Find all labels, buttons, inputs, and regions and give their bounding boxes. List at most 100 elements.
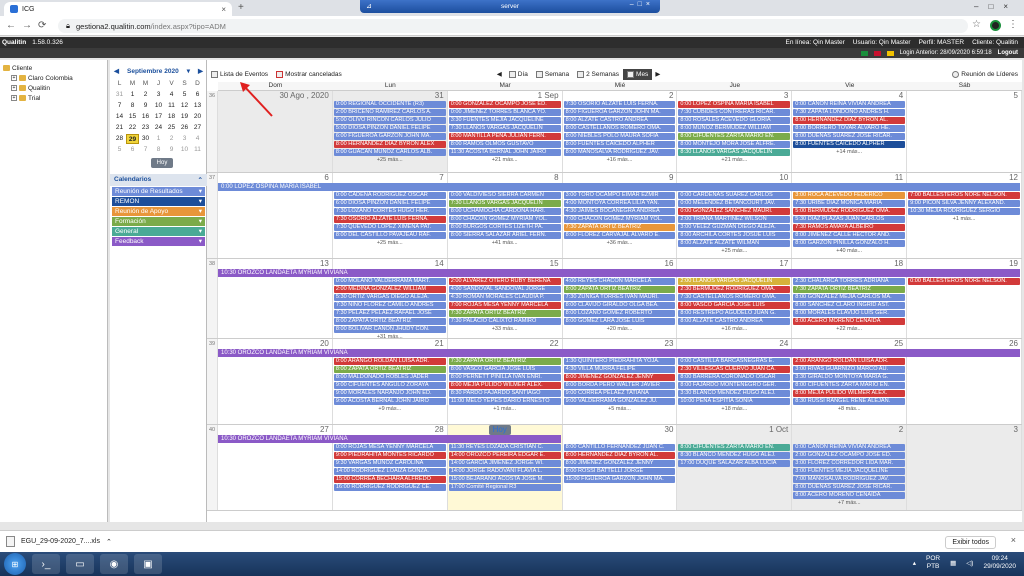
bookmark-star-icon[interactable]: ☆: [972, 19, 981, 30]
calendar-event[interactable]: 8:00 GONZALEZ MEJIA CARLOS MA.: [793, 294, 906, 301]
mini-calendar-day[interactable]: 27: [191, 123, 204, 133]
calendar-event[interactable]: 8:00 BORDA PERO WALTER JAVIER: [563, 382, 676, 389]
calendar-day-cell[interactable]: 30 8:00 CANTILLO FERNANDEZ JUAN C. 8:00 HE…: [563, 425, 678, 510]
day-number[interactable]: 4: [899, 91, 903, 100]
calendar-event[interactable]: 8:00 CLAVIJO GIRALDO OLGA BEA.: [563, 302, 676, 309]
calendar-event[interactable]: 4:30 JAIMES BOCANEGRA ANDREA: [563, 208, 676, 215]
more-events-link[interactable]: +7 más...: [793, 500, 905, 507]
profile-avatar-icon[interactable]: [990, 20, 1001, 31]
calendar-event[interactable]: 8:00 CIFUENTES ZARTA MARIO EN.: [678, 133, 791, 140]
calendar-event[interactable]: 9:00 CORREA PELAEZ TATIANA: [563, 390, 676, 397]
calendar-event[interactable]: 11:00 MELO YEPES DARIO ERNESTO: [448, 398, 561, 405]
calendar-event[interactable]: 15:00 BEJARANO ACOSTA JOSE M.: [448, 476, 561, 483]
day-number[interactable]: 3: [1014, 425, 1018, 434]
calendar-event[interactable]: 4:00 MONTOYA CORREA LILIA YAN.: [563, 200, 676, 207]
day-number[interactable]: 27: [320, 425, 329, 434]
tree-item[interactable]: + Trial: [3, 93, 104, 103]
next-month-icon[interactable]: ▶: [198, 67, 203, 75]
mini-calendar-day[interactable]: 29: [126, 134, 139, 144]
calendar-event[interactable]: 0:00 CAÑON REINA VIVIAN ANDREA: [793, 101, 906, 108]
calendar-event[interactable]: 9:00 PICON SILVA JENNY ALEXAND.: [908, 200, 1020, 207]
dropdown-icon[interactable]: ▾: [199, 207, 202, 216]
calendar-event[interactable]: 8:00 ALZATE CASTRO ANDREA: [563, 117, 676, 124]
mini-calendar-day[interactable]: 6: [191, 90, 204, 100]
more-events-link[interactable]: +1 más...: [908, 216, 1020, 223]
mini-calendar-day[interactable]: 10: [152, 101, 165, 111]
mini-calendar-day[interactable]: 24: [152, 123, 165, 133]
calendar-event[interactable]: 8:00 MANTILLA PEÑA JULIAN FERN.: [448, 133, 561, 140]
day-number[interactable]: 2: [669, 91, 673, 100]
more-events-link[interactable]: +21 más...: [449, 157, 561, 164]
calendar-day-cell[interactable]: 1 Sep 0:00 GONZALEZ OCAMPO JOSE ED. 0:00 J…: [448, 91, 563, 172]
calendar-event[interactable]: 1:30 QUINTERO PIEDRAHITA YOJA.: [563, 358, 676, 365]
calendar-event[interactable]: 2:00 GONZALEZ OCAMPO JOSE ED.: [793, 452, 906, 459]
calendar-event[interactable]: 8:00 MUÑOZ BERMUDEZ WILLIAM: [678, 125, 791, 132]
calendar-event[interactable]: 0:00 CADENA RODRIGUEZ OSCAR: [333, 192, 446, 199]
calendar-day-cell[interactable]: 31 0:00 REGIONAL OCCIDENTE (R3) 2:00 BRICE…: [332, 91, 448, 172]
calendar-event[interactable]: 2:00 ALVAREZ OTERO RUBY BERENA: [448, 278, 561, 285]
calendar-event[interactable]: 8:00 ACERO MORENO CENAIDA: [793, 318, 906, 325]
calendar-event[interactable]: 3:00 FLOREZ CORREDOR LIDA MAR.: [793, 460, 906, 467]
more-events-link[interactable]: +41 más...: [449, 240, 561, 247]
view-month-button[interactable]: Mes: [623, 68, 653, 80]
more-events-link[interactable]: +18 más...: [678, 406, 790, 413]
mini-calendar-day[interactable]: 5: [178, 90, 191, 100]
start-button-icon[interactable]: ⊞: [4, 553, 26, 575]
calendar-event[interactable]: 8:00 CASTELLANOS ROMERO OMA.: [563, 125, 676, 132]
calendar-event[interactable]: 2:00 TRIANA MARTINEZ WILSON: [678, 216, 791, 223]
mini-calendar-day[interactable]: 9: [139, 101, 152, 111]
calendar-event[interactable]: 8:00 FUENTES CAICEDO ALPHER: [793, 141, 906, 148]
calendar-event[interactable]: 7:30 ZAPATA ORTIZ BEATRIZ: [448, 358, 561, 365]
mini-calendar-day[interactable]: 9: [165, 145, 178, 155]
mini-calendar-day[interactable]: 1: [152, 134, 165, 144]
mini-calendar-day[interactable]: 19: [178, 112, 191, 122]
calendar-item[interactable]: General ▾: [112, 227, 205, 236]
new-tab-icon[interactable]: +: [238, 2, 244, 13]
download-item[interactable]: EGU_29-09-2020_7....xls ⌃: [6, 536, 112, 547]
calendar-event[interactable]: 0:00 MOLANO VALDERRAMA MART.: [333, 278, 446, 285]
day-number[interactable]: 30 Ago , 2020: [279, 91, 328, 100]
more-events-link[interactable]: +25 más...: [334, 240, 446, 247]
calendar-event[interactable]: 6:00 FIGUEROA GARZON JOHN MA.: [333, 133, 446, 140]
calendar-event[interactable]: 0:00 ROJAS MESA YENNY MARCELA: [333, 444, 446, 451]
calendar-item[interactable]: Feedback ▾: [112, 237, 205, 246]
calendar-event[interactable]: 7:30 NIÑO FLOREZ CAMILO ANDRES: [333, 302, 446, 309]
calendar-event[interactable]: 8:00 GUACAN MUÑOZ CARLOS ALB.: [333, 149, 446, 156]
more-events-link[interactable]: +40 más...: [793, 248, 905, 255]
calendar-event[interactable]: 8:00 UCHAMOCHA CARDONA HARI.: [448, 208, 561, 215]
calendar-event[interactable]: 16:00 RODRIGUEZ RODRIGUEZ CE.: [333, 484, 446, 491]
calendar-event[interactable]: 7:00 ROJAS MESA YENNY MARCELA: [448, 302, 561, 309]
day-number[interactable]: 1 Oct: [769, 425, 788, 434]
tree-item[interactable]: + Claro Colombia: [3, 73, 104, 83]
calendar-event[interactable]: 8:00 MEJIA PULIDO WILMER ALEX.: [448, 382, 561, 389]
calendar-event[interactable]: 8:00 MANOSALVA RODRIGUEZ JAV.: [563, 149, 676, 156]
calendar-event[interactable]: 2:00 BRICEÑO RAMIREZ CARLOS A.: [333, 109, 446, 116]
calendar-event[interactable]: 14:00 GARCIA JIMENEZ JORGE WI.: [448, 460, 561, 467]
calendar-event[interactable]: 8:00 ZAPATA ORTIZ BEATRIZ: [333, 366, 446, 373]
calendar-event[interactable]: 9:00 MORALES NARANJO JOHN ED.: [333, 390, 446, 397]
day-number[interactable]: 3: [784, 91, 788, 100]
calendar-event[interactable]: 6:00 DIOSA PINZON DANIEL FELIPE: [333, 200, 446, 207]
calendar-event[interactable]: 8:00 HERNANDEZ DIAZ BYRON ALEX: [333, 141, 446, 148]
calendar-event[interactable]: 7:30 OSORIO ALZATE LUIS FERNA.: [333, 216, 446, 223]
calendar-event[interactable]: 7:30 OSORIO ALZATE LUIS FERNA.: [563, 101, 676, 108]
calendar-event[interactable]: 7:30 ZAPATA ORTIZ BEATRIZ: [448, 310, 561, 317]
calendar-event[interactable]: 3:00 TORO OCAMPO EIMAR EZMIR: [563, 192, 676, 199]
calendar-event[interactable]: 8:00 CHACON GOMEZ MYRIAM YOL.: [448, 216, 561, 223]
calendar-event[interactable]: 0:00 MELENDEZ BETANCOURT JAV.: [678, 200, 791, 207]
calendar-day-cell[interactable]: 4 0:00 CAÑON REINA VIVIAN ANDREA 7:30 ZAPA…: [792, 91, 908, 172]
calendar-event[interactable]: 8:00 ACERO MORENO CENAIDA: [793, 492, 906, 499]
mini-calendar-day[interactable]: 1: [126, 90, 139, 100]
calendar-event[interactable]: 3:00 FUENTES MEJIA JACQUELINE: [793, 468, 906, 475]
mini-calendar-day[interactable]: 25: [165, 123, 178, 133]
calendar-event[interactable]: 14:00 OROZCO PEREIRA EDGAR E.: [448, 452, 561, 459]
calendar-day-cell[interactable]: 2 7:30 OSORIO ALZATE LUIS FERNA. 8:00 FIGU…: [563, 91, 678, 172]
mini-calendar-day[interactable]: 13: [191, 101, 204, 111]
calendar-event[interactable]: 14:00 RODRIGUEZ LOAIZA GONZA.: [333, 468, 446, 475]
day-number[interactable]: 14: [435, 259, 444, 268]
calendar-event[interactable]: 7:30 LLANOS VARGAS JACQUELIN: [448, 125, 561, 132]
mini-calendar-day[interactable]: 4: [191, 134, 204, 144]
mini-calendar-day[interactable]: 3: [178, 134, 191, 144]
calendar-event[interactable]: 0:00 JIMENEZ TORRES BLANCA YO.: [448, 109, 561, 116]
multi-day-event[interactable]: 10:30 OROZCO LANDAETA MYRIAM VIVIANA: [218, 269, 1020, 277]
